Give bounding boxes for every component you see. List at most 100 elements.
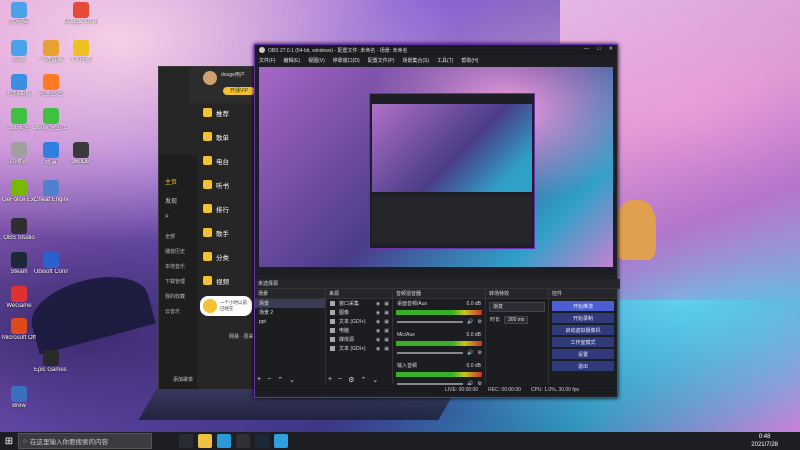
desktop-icon[interactable]: Google Chrome xyxy=(64,2,98,26)
scene-item[interactable]: 场景 2 xyxy=(255,308,325,317)
lock-icon[interactable]: ▣ xyxy=(384,319,389,325)
transition-select[interactable]: 渐变 xyxy=(489,302,545,312)
username[interactable]: douge用户 xyxy=(221,71,245,78)
lock-icon[interactable]: ▣ xyxy=(384,310,389,316)
side-list-item[interactable]: 全部 xyxy=(159,229,197,244)
music-nav-item[interactable]: 排行 xyxy=(203,201,257,216)
exit-button[interactable]: 退出 xyxy=(552,361,614,371)
remove-source-icon[interactable]: − xyxy=(338,376,342,384)
user-avatar[interactable] xyxy=(203,71,217,85)
desktop-icon[interactable]: GeForce Experience xyxy=(2,180,36,204)
start-recording-button[interactable]: 开始录制 xyxy=(552,313,614,323)
eye-icon[interactable]: ◉ xyxy=(376,319,380,325)
settings-gear-icon[interactable]: ⚙ xyxy=(478,350,482,356)
source-item[interactable]: 文本 (GDI+) ◉ ▣ xyxy=(326,317,392,326)
music-nav-item[interactable]: 歌单 xyxy=(203,129,257,144)
music-nav-item[interactable]: 推荐 xyxy=(203,105,257,120)
side-list-item[interactable]: 我的收藏 xyxy=(159,289,197,304)
song-title[interactable]: 网易 · 原来 xyxy=(229,333,253,340)
desktop-icon[interactable]: 此电脑 xyxy=(2,2,36,26)
volume-slider[interactable] xyxy=(397,320,464,323)
source-item[interactable]: 电脑 ◉ ▣ xyxy=(326,326,392,335)
side-list-item[interactable]: 本地音乐 xyxy=(159,259,197,274)
music-nav-item[interactable]: 视频 xyxy=(203,273,257,288)
studio-mode-button[interactable]: 工作室模式 xyxy=(552,337,614,347)
speaker-icon[interactable]: 🔊 xyxy=(467,350,473,356)
lock-icon[interactable]: ▣ xyxy=(384,337,389,343)
move-down-icon[interactable]: ⌄ xyxy=(289,376,295,384)
menu-item[interactable]: 帮助(H) xyxy=(461,57,478,64)
side-list-item[interactable]: 播放历史 xyxy=(159,244,197,259)
desktop-icon[interactable]: 阿里巴巴 xyxy=(34,74,68,98)
desktop-icon[interactable]: Brew xyxy=(2,386,36,410)
music-add-playlist[interactable]: 添加歌单 xyxy=(173,376,193,383)
music-nav-item[interactable]: 歌手 xyxy=(203,225,257,240)
taskbar-app-task-view[interactable] xyxy=(179,434,193,448)
side-list-item[interactable]: 云音乐 xyxy=(159,304,197,319)
desktop-icon[interactable]: Microsoft Office xyxy=(2,318,36,342)
desktop-icon[interactable]: 360安全卫士 xyxy=(34,108,68,132)
vip-badge[interactable]: 开通VIP xyxy=(223,87,255,95)
volume-slider[interactable] xyxy=(397,351,464,354)
desktop-icon[interactable]: Cheat Engine xyxy=(34,180,68,204)
move-up-icon[interactable]: ⌃ xyxy=(360,376,366,384)
minimize-icon[interactable]: — xyxy=(584,46,590,52)
settings-gear-icon[interactable]: ⚙ xyxy=(478,319,482,325)
speaker-icon[interactable]: 🔊 xyxy=(467,319,473,325)
menu-item[interactable]: 工具(T) xyxy=(437,57,453,64)
taskbar-app-app[interactable] xyxy=(274,434,288,448)
source-item[interactable]: 文本 (GDI+) ◉ ▣ xyxy=(326,344,392,353)
desktop-icon[interactable]: 一键管家 xyxy=(34,40,68,64)
music-nav-item[interactable]: 分类 xyxy=(203,249,257,264)
scene-item[interactable]: ppt xyxy=(255,317,325,326)
scene-item[interactable]: 场景 xyxy=(255,299,325,308)
desktop-icon[interactable]: Steam xyxy=(2,252,36,276)
eye-icon[interactable]: ◉ xyxy=(376,337,380,343)
maximize-icon[interactable]: □ xyxy=(597,46,600,52)
desktop-icon[interactable]: WeGame xyxy=(2,286,36,310)
taskbar-app-obs[interactable] xyxy=(236,434,250,448)
desktop-icon[interactable]: 360DB xyxy=(64,142,98,166)
menu-item[interactable]: 文件(F) xyxy=(259,57,275,64)
settings-button[interactable]: 设置 xyxy=(552,349,614,359)
desktop-icon[interactable]: OBS Studio xyxy=(2,218,36,242)
desktop-icon[interactable]: 控制面板 xyxy=(2,74,36,98)
menu-item[interactable]: 视图(V) xyxy=(308,57,325,64)
desktop-icon[interactable]: 迅雷 xyxy=(34,142,68,166)
menu-item[interactable]: 配置文件(P) xyxy=(368,57,395,64)
start-streaming-button[interactable]: 开始推流 xyxy=(552,301,614,311)
taskbar-search-box[interactable]: ○ 在这里输入你要搜索的内容 xyxy=(18,433,152,449)
desktop-icon[interactable]: YY开播 xyxy=(64,40,98,64)
taskbar-app-file-explorer[interactable] xyxy=(198,434,212,448)
menu-item[interactable]: 编辑(E) xyxy=(283,57,300,64)
desktop-icon[interactable]: 回收站 xyxy=(2,142,36,166)
close-icon[interactable]: ✕ xyxy=(608,46,613,52)
eye-icon[interactable]: ◉ xyxy=(376,346,380,352)
eye-icon[interactable]: ◉ xyxy=(376,301,380,307)
tab-discover[interactable]: 发现 xyxy=(159,186,197,205)
taskbar-app-edge[interactable] xyxy=(217,434,231,448)
taskbar-clock[interactable]: 0:48 2021/7/28 xyxy=(751,433,778,449)
side-list-item[interactable]: 下载管理 xyxy=(159,274,197,289)
desktop-icon[interactable]: Epic Games Launcher xyxy=(34,350,68,374)
source-item[interactable]: 媒体源 ◉ ▣ xyxy=(326,335,392,344)
windows-start-icon[interactable]: ⊞ xyxy=(0,432,18,450)
music-nav-item[interactable]: 听书 xyxy=(203,177,257,192)
lock-icon[interactable]: ▣ xyxy=(384,328,389,334)
desktop-icon[interactable]: 网络 xyxy=(2,40,36,64)
obs-preview[interactable] xyxy=(259,67,613,275)
desktop-icon[interactable]: 360安全 xyxy=(2,108,36,132)
source-item[interactable]: 窗口采集 ◉ ▣ xyxy=(326,299,392,308)
move-up-icon[interactable]: ⌃ xyxy=(277,376,283,384)
add-scene-icon[interactable]: + xyxy=(257,376,261,384)
source-item[interactable]: 图像 ◉ ▣ xyxy=(326,308,392,317)
duration-input[interactable]: 300 ms xyxy=(504,315,529,324)
remove-scene-icon[interactable]: − xyxy=(267,376,271,384)
search-icon[interactable]: ⌕ xyxy=(159,205,197,221)
eye-icon[interactable]: ◉ xyxy=(376,310,380,316)
menu-item[interactable]: 停靠窗口(D) xyxy=(333,57,360,64)
start-virtual-camera-button[interactable]: 启动虚拟摄像机 xyxy=(552,325,614,335)
move-down-icon[interactable]: ⌄ xyxy=(372,376,378,384)
menu-item[interactable]: 场景集合(S) xyxy=(402,57,429,64)
lock-icon[interactable]: ▣ xyxy=(384,346,389,352)
